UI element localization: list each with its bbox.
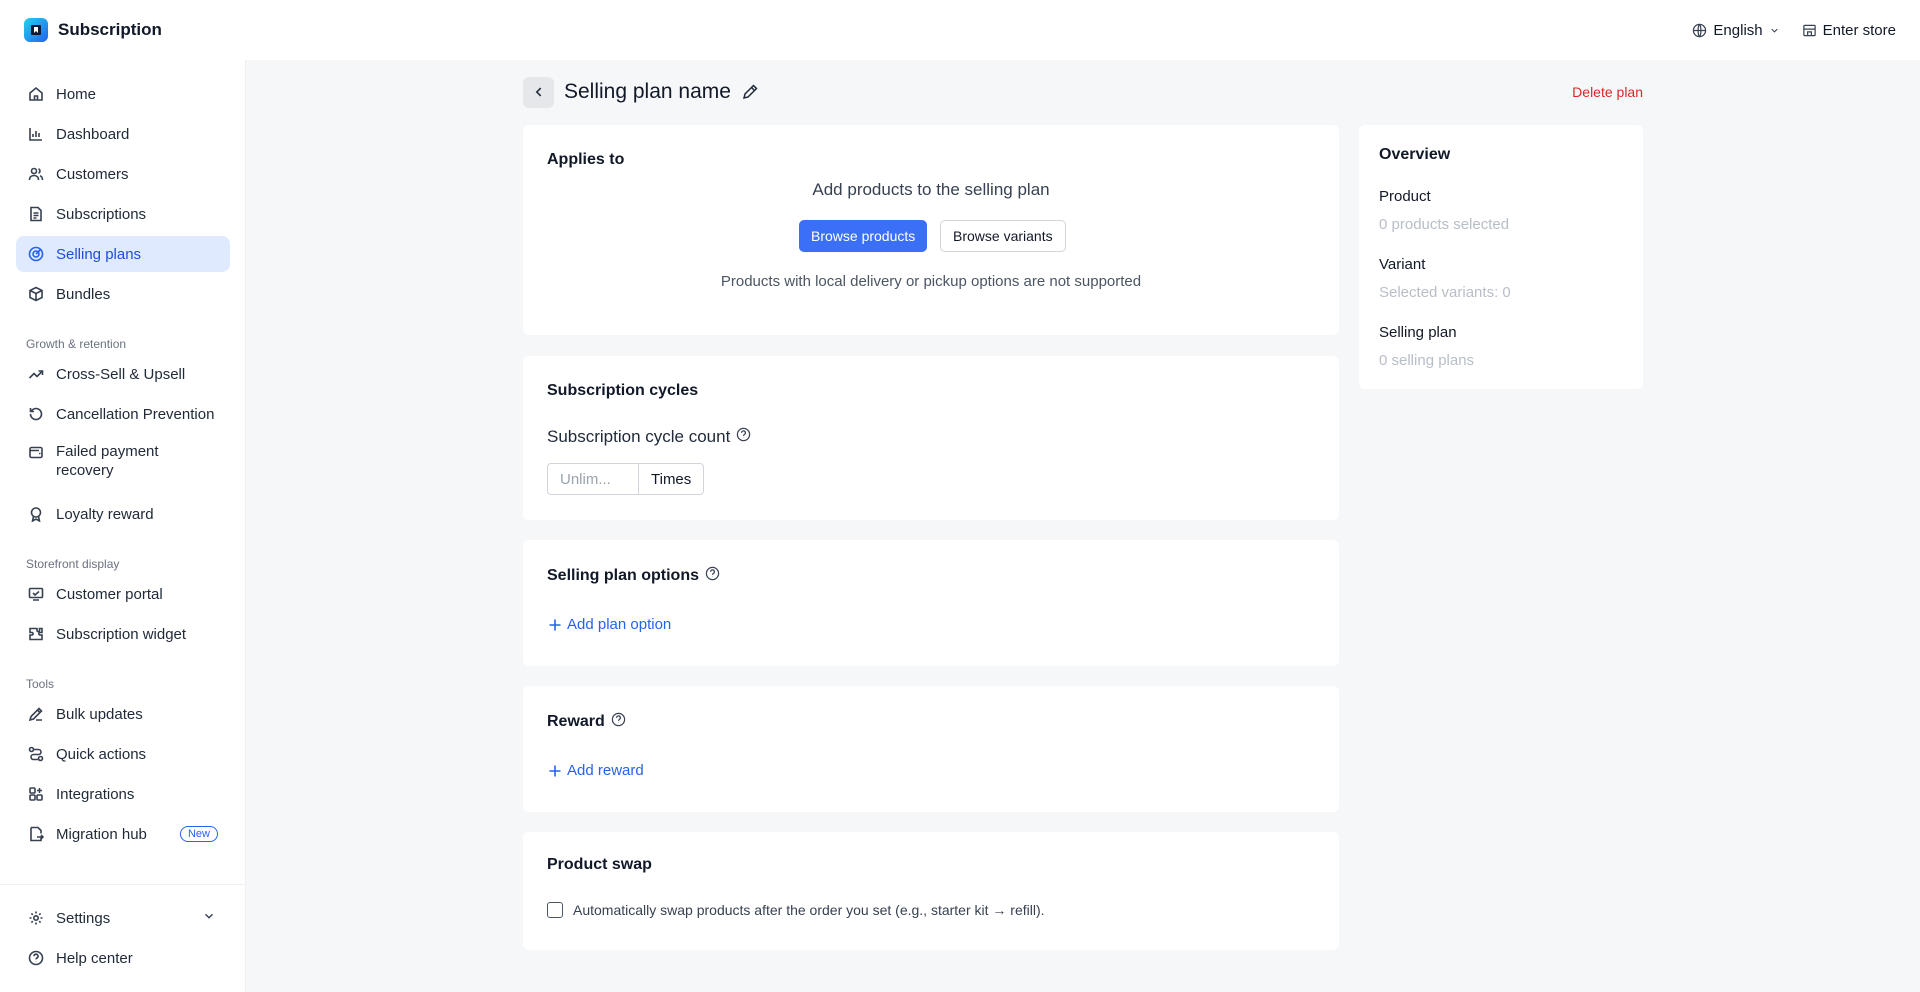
migration-icon [30,826,44,842]
overview-card: Overview Product 0 products selected Var… [1359,125,1643,389]
reward-title: Reward [547,712,626,732]
sidebar-item-subscription-widget[interactable]: Subscription widget [16,616,230,652]
overview-variant-value: Selected variants: 0 [1379,284,1511,301]
product-swap-title: Product swap [547,856,652,873]
sidebar: Home Dashboard Customers Subscriptions S… [0,60,246,992]
sidebar-item-customers[interactable]: Customers [16,156,230,192]
sidebar-item-failed-payment[interactable]: Failed payment recovery [16,436,230,484]
subscription-cycles-card: Subscription cycles Subscription cycle c… [523,356,1339,520]
sidebar-item-integrations[interactable]: Integrations [16,776,230,812]
add-products-heading: Add products to the selling plan [812,180,1050,199]
help-circle-icon [28,950,44,966]
applies-to-title: Applies to [547,151,625,168]
overview-plan-value: 0 selling plans [1379,352,1475,369]
sidebar-item-customer-portal[interactable]: Customer portal [16,576,230,612]
overview-product-value: 0 products selected [1379,216,1510,233]
sidebar-item-cancellation[interactable]: Cancellation Prevention [16,396,230,432]
enter-store-label: Enter store [1822,21,1896,39]
delete-plan-button[interactable]: Delete plan [1572,84,1643,100]
overview-product-label: Product [1379,188,1431,205]
section-label-storefront: Storefront display [26,557,120,571]
chevron-left-icon [535,87,541,97]
top-bar: Subscription English Enter store [0,0,1920,60]
sidebar-item-help-center[interactable]: Help center [16,940,230,976]
app-logo-icon [24,18,48,42]
browse-products-button[interactable]: Browse products [799,220,928,252]
chart-icon [29,128,42,141]
browse-variants-button[interactable]: Browse variants [940,220,1066,252]
delivery-note: Products with local delivery or pickup o… [720,273,1142,290]
plus-icon [549,619,561,630]
grid-icon [29,787,43,801]
target-icon [28,246,44,262]
product-swap-card: Product swap Automatically swap products… [523,832,1339,950]
help-icon[interactable] [705,566,720,586]
sidebar-item-loyalty[interactable]: Loyalty reward [16,496,230,532]
route-icon [28,746,44,762]
edit-title-button[interactable] [741,83,759,101]
subscription-cycles-title: Subscription cycles [547,382,699,399]
award-icon [30,507,42,522]
sidebar-item-subscriptions[interactable]: Subscriptions [16,196,230,232]
trend-icon [28,370,44,379]
plus-icon [549,765,561,776]
sidebar-item-cross-sell[interactable]: Cross-Sell & Upsell [16,356,230,392]
pen-icon [28,707,43,722]
sidebar-item-settings[interactable]: Settings [16,900,230,936]
sidebar-item-bundles[interactable]: Bundles [16,276,230,312]
puzzle-icon [29,627,43,641]
enter-store-button[interactable]: Enter store [1802,22,1896,39]
rotate-icon [29,407,43,421]
sidebar-item-bulk-updates[interactable]: Bulk updates [16,696,230,732]
auto-swap-checkbox[interactable] [547,902,563,918]
globe-icon [1693,23,1707,37]
chevron-down-icon [1771,28,1778,33]
sidebar-item-quick-actions[interactable]: Quick actions [16,736,230,772]
new-badge: New [179,826,218,842]
page-header: Selling plan name Delete plan [523,76,1643,108]
chevron-down-icon [202,909,216,927]
selling-plan-options-title: Selling plan options [547,566,720,586]
help-icon[interactable] [736,427,751,447]
reward-card: Reward Add reward [523,686,1339,812]
cycle-count-label: Subscription cycle count [547,427,751,447]
section-label-tools: Tools [26,677,55,691]
app-title: Subscription [58,20,162,39]
language-select[interactable]: English [1692,22,1779,39]
overview-plan-label: Selling plan [1379,324,1457,341]
monitor-icon [28,587,44,601]
cycle-count-input[interactable] [547,463,638,495]
selling-plan-options-card: Selling plan options Add plan option [523,540,1339,666]
applies-to-card: Applies to Add products to the selling p… [523,125,1339,335]
box-icon [29,286,43,302]
overview-title: Overview [1379,146,1451,163]
sidebar-item-migration-hub[interactable]: Migration hub New [16,816,230,852]
document-icon [30,206,42,222]
store-icon [1802,24,1816,36]
add-plan-option-button[interactable]: Add plan option [547,616,671,633]
sidebar-item-home[interactable]: Home [16,76,230,112]
language-label: English [1713,21,1763,39]
auto-swap-row: Automatically swap products after the or… [547,902,1045,918]
help-icon[interactable] [611,712,626,732]
auto-swap-label: Automatically swap products after the or… [573,902,1045,918]
users-icon [28,167,44,181]
back-button[interactable] [523,76,554,108]
sidebar-divider [0,884,246,885]
sidebar-item-selling-plans[interactable]: Selling plans [16,236,230,272]
gear-icon [29,911,43,925]
add-reward-button[interactable]: Add reward [547,762,644,779]
page-title: Selling plan name [564,80,731,103]
section-label-growth: Growth & retention [26,337,127,351]
cycle-count-group: Times [547,463,705,495]
times-addon: Times [638,463,705,495]
pencil-icon [742,84,758,100]
wallet-icon [29,446,43,459]
home-icon [29,86,43,101]
sidebar-item-dashboard[interactable]: Dashboard [16,116,230,152]
overview-variant-label: Variant [1379,256,1426,273]
